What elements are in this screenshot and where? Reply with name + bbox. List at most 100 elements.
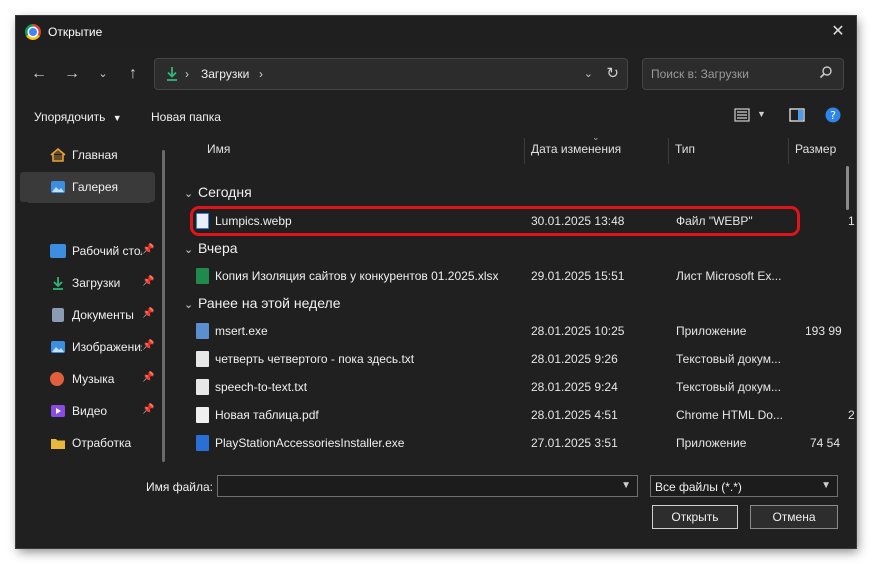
recent-locations-chevron-icon[interactable]: ⌄ [92, 63, 114, 85]
pin-icon: 📌 [142, 244, 155, 255]
file-size: 1 [848, 214, 855, 228]
file-row[interactable]: четверть четвертого - пока здесь.txt 28.… [176, 345, 856, 373]
file-type: Текстовый докум... [676, 380, 781, 394]
file-row[interactable]: Копия Изоляция сайтов у конкурентов 01.2… [176, 262, 856, 290]
gallery-icon [51, 181, 65, 193]
chevron-down-icon[interactable]: ▼ [821, 480, 831, 491]
video-icon [51, 405, 65, 417]
sidebar-item-label: Музыка [72, 372, 115, 386]
new-folder-button[interactable]: Новая папка [151, 110, 221, 124]
download-icon [53, 277, 63, 290]
sidebar-item-downloads[interactable]: Загрузки 📌 [20, 268, 155, 298]
file-size: 74 54 [810, 436, 841, 450]
highlight-annotation [190, 206, 800, 236]
sidebar-scrollbar[interactable] [162, 150, 165, 462]
group-header-yesterday[interactable]: ⌄ Вчера [184, 240, 238, 256]
sidebar-item-home[interactable]: Главная [20, 140, 155, 170]
column-name[interactable]: Имя [207, 142, 230, 156]
up-arrow-icon[interactable]: ↑ [122, 63, 144, 85]
pin-icon: 📌 [142, 276, 155, 287]
cancel-button[interactable]: Отмена [750, 505, 838, 529]
music-icon [50, 372, 64, 386]
chevron-down-icon[interactable]: ▼ [621, 480, 631, 491]
pdf-file-icon [196, 407, 209, 423]
caret-down-icon: ▼ [112, 113, 122, 123]
column-type[interactable]: Тип [675, 142, 695, 156]
sidebar-item-label: Видео [72, 404, 108, 418]
folder-icon [51, 439, 65, 449]
search-icon[interactable] [819, 65, 833, 79]
column-headers: Имя Дата изменения ⌄ Тип Размер [176, 134, 856, 168]
view-caret-icon[interactable]: ▼ [757, 109, 766, 119]
file-type-filter[interactable]: Все файлы (*.*) ▼ [650, 475, 838, 497]
file-row[interactable]: msert.exe 28.01.2025 10:25 Приложение 19… [176, 317, 856, 345]
file-row[interactable]: speech-to-text.txt 28.01.2025 9:24 Текст… [176, 373, 856, 401]
address-history-chevron-icon[interactable]: ⌄ [584, 67, 593, 80]
sidebar-item-desktop[interactable]: Рабочий стол 📌 [20, 236, 155, 266]
sidebar-item-label: Документы [72, 308, 134, 322]
group-header-today[interactable]: ⌄ Сегодня [184, 184, 252, 200]
file-date: 28.01.2025 9:26 [531, 352, 618, 366]
column-divider[interactable] [788, 138, 789, 164]
help-icon[interactable]: ? [825, 107, 841, 123]
file-type: Лист Microsoft Ex... [676, 269, 782, 283]
desktop-icon [50, 244, 66, 258]
sidebar-item-folder[interactable]: Отработка [20, 428, 155, 458]
group-label: Вчера [198, 240, 238, 256]
svg-text:?: ? [830, 109, 836, 122]
file-name: msert.exe [215, 324, 268, 338]
address-bar[interactable]: › Загрузки › ⌄ ↻ [154, 58, 628, 90]
pin-icon: 📌 [142, 340, 155, 351]
column-divider[interactable] [668, 138, 669, 164]
refresh-icon[interactable]: ↻ [606, 64, 619, 82]
file-list: Имя Дата изменения ⌄ Тип Размер ⌄ Сегодня… [176, 134, 856, 464]
sidebar-item-pictures[interactable]: Изображения 📌 [20, 332, 155, 362]
chrome-icon [25, 24, 41, 40]
pin-icon: 📌 [142, 372, 155, 383]
breadcrumb-downloads[interactable]: Загрузки [201, 67, 249, 81]
file-size: 193 99 [805, 324, 842, 338]
sidebar-item-videos[interactable]: Видео 📌 [20, 396, 155, 426]
title-bar: Открытие ✕ [16, 16, 856, 48]
sidebar-item-music[interactable]: Музыка 📌 [20, 364, 155, 394]
file-type-filter-value: Все файлы (*.*) [655, 480, 742, 494]
search-box[interactable]: Поиск в: Загрузки [642, 58, 844, 90]
navigation-bar: ← → ⌄ ↑ › Загрузки › ⌄ ↻ Поиск в: Загруз… [16, 48, 856, 100]
back-arrow-icon[interactable]: ← [28, 63, 50, 85]
chevron-down-icon: ⌄ [184, 244, 194, 256]
column-size[interactable]: Размер [795, 142, 836, 156]
sort-chevron-icon: ⌄ [592, 134, 600, 142]
file-name: Копия Изоляция сайтов у конкурентов 01.2… [215, 269, 499, 283]
sidebar-item-documents[interactable]: Документы 📌 [20, 300, 155, 330]
column-date[interactable]: Дата изменения [531, 142, 621, 156]
preview-pane-icon[interactable] [789, 107, 805, 123]
sidebar-item-label: Изображения [72, 340, 142, 354]
documents-icon [52, 308, 64, 322]
organize-button[interactable]: Упорядочить ▼ [34, 110, 122, 124]
file-row[interactable]: PlayStationAccessoriesInstaller.exe 27.0… [176, 429, 856, 457]
excel-file-icon [196, 268, 209, 284]
organize-label: Упорядочить [34, 110, 106, 124]
breadcrumb-separator-icon: › [185, 67, 189, 81]
forward-arrow-icon[interactable]: → [61, 63, 83, 85]
sidebar-item-label: Загрузки [72, 276, 121, 290]
breadcrumb-separator-icon[interactable]: › [259, 67, 263, 81]
group-header-this-week[interactable]: ⌄ Ранее на этой неделе [184, 295, 341, 311]
vertical-scrollbar[interactable] [846, 166, 849, 210]
column-divider[interactable] [524, 138, 525, 164]
file-name: Новая таблица.pdf [215, 408, 319, 422]
txt-file-icon [196, 379, 209, 395]
file-row[interactable]: Новая таблица.pdf 28.01.2025 4:51 Chrome… [176, 401, 856, 429]
file-type: Chrome HTML Do... [676, 408, 783, 422]
sidebar-item-gallery[interactable]: Галерея [20, 172, 155, 202]
file-date: 28.01.2025 10:25 [531, 324, 625, 338]
file-date: 28.01.2025 9:24 [531, 380, 618, 394]
view-options-icon[interactable] [734, 107, 750, 123]
open-button[interactable]: Открыть [652, 505, 738, 529]
file-name: speech-to-text.txt [215, 380, 308, 394]
close-icon[interactable]: ✕ [826, 20, 850, 44]
open-file-dialog: Открытие ✕ ← → ⌄ ↑ › Загрузки › ⌄ ↻ Поис… [16, 16, 856, 548]
filename-input[interactable]: ▼ [217, 475, 638, 497]
group-label: Ранее на этой неделе [198, 295, 341, 311]
sidebar-item-label: Рабочий стол [72, 244, 142, 258]
